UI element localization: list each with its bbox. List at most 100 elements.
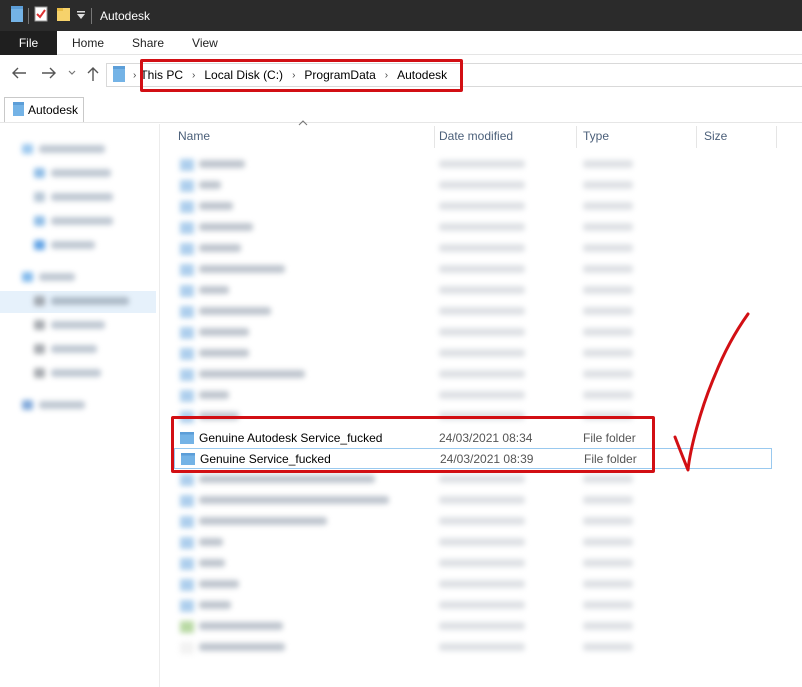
blurred-text	[199, 328, 249, 336]
table-row-blurred[interactable]	[174, 217, 772, 238]
column-divider[interactable]	[696, 126, 697, 148]
column-header-name[interactable]: Name	[178, 124, 210, 148]
column-header-size[interactable]: Size	[704, 124, 727, 148]
table-row-blurred[interactable]	[174, 301, 772, 322]
blurred-text	[439, 244, 525, 252]
blurred-text	[583, 622, 633, 630]
file-list: Name Date modified Type Size Genuine Aut…	[160, 120, 802, 687]
table-row-blurred[interactable]	[174, 385, 772, 406]
recent-locations-icon[interactable]	[68, 66, 76, 85]
tab-view[interactable]: View	[178, 31, 232, 55]
table-row-blurred[interactable]	[174, 469, 772, 490]
table-row[interactable]: Genuine Autodesk Service_fucked 24/03/20…	[174, 427, 772, 448]
table-row-blurred[interactable]	[174, 511, 772, 532]
blurred-text	[199, 391, 229, 399]
column-divider[interactable]	[576, 126, 577, 148]
column-divider[interactable]	[434, 126, 435, 148]
chevron-right-icon[interactable]: ›	[292, 70, 295, 81]
chevron-right-icon[interactable]: ›	[385, 70, 388, 81]
folder-icon	[180, 515, 194, 528]
blurred-text	[199, 307, 271, 315]
breadcrumb-autodesk[interactable]: Autodesk	[397, 68, 447, 82]
properties-icon[interactable]	[34, 6, 48, 25]
folder-icon	[180, 536, 194, 549]
row-date: 24/03/2021 08:39	[440, 451, 534, 466]
chevron-right-icon[interactable]: ›	[133, 70, 136, 81]
blurred-text	[439, 580, 525, 588]
breadcrumb-local-disk[interactable]: Local Disk (C:)	[204, 68, 283, 82]
breadcrumb-this-pc[interactable]: This PC	[140, 68, 183, 82]
table-row-blurred[interactable]	[174, 406, 772, 427]
table-row-blurred[interactable]	[174, 532, 772, 553]
blurred-text	[199, 265, 285, 273]
table-row-blurred[interactable]	[174, 196, 772, 217]
blurred-text	[439, 307, 525, 315]
nav-item[interactable]	[34, 192, 113, 202]
tab-home[interactable]: Home	[58, 31, 118, 55]
blurred-text	[583, 223, 633, 231]
navigation-pane	[0, 124, 160, 687]
nav-item[interactable]	[34, 368, 101, 378]
up-arrow-icon[interactable]	[86, 66, 100, 87]
nav-item[interactable]	[34, 216, 113, 226]
separator	[28, 7, 29, 24]
table-row-blurred[interactable]	[174, 574, 772, 595]
table-row-blurred[interactable]	[174, 343, 772, 364]
column-header-type[interactable]: Type	[583, 124, 609, 148]
nav-item-network[interactable]	[22, 400, 85, 410]
sort-ascending-icon	[298, 118, 308, 129]
tab-file[interactable]: File	[0, 31, 57, 55]
blurred-text	[199, 538, 223, 546]
nav-item-this-pc[interactable]	[22, 272, 75, 282]
table-row-blurred[interactable]	[174, 490, 772, 511]
folder-icon	[180, 368, 194, 381]
location-tab[interactable]: Autodesk	[4, 97, 84, 122]
chevron-right-icon[interactable]: ›	[192, 70, 195, 81]
row-date: 24/03/2021 08:34	[439, 430, 533, 445]
address-bar[interactable]: › This PC › Local Disk (C:) › ProgramDat…	[106, 63, 802, 87]
blurred-text	[583, 160, 633, 168]
nav-item[interactable]	[34, 344, 97, 354]
table-row-blurred[interactable]	[174, 364, 772, 385]
blurred-text	[199, 349, 249, 357]
back-arrow-icon[interactable]	[11, 66, 27, 85]
table-row-blurred[interactable]	[174, 637, 772, 658]
blurred-text	[583, 286, 633, 294]
row-name: Genuine Autodesk Service_fucked	[199, 430, 383, 445]
table-row-blurred[interactable]	[174, 175, 772, 196]
blurred-text	[583, 244, 633, 252]
blurred-text	[583, 349, 633, 357]
nav-item-quick-access[interactable]	[22, 144, 105, 154]
table-row-blurred[interactable]	[174, 322, 772, 343]
table-row-blurred[interactable]	[174, 280, 772, 301]
blurred-text	[439, 265, 525, 273]
blurred-text	[439, 286, 525, 294]
customize-toolbar-icon[interactable]	[76, 9, 86, 23]
blurred-text	[583, 517, 633, 525]
blurred-text	[439, 412, 525, 420]
new-folder-icon[interactable]	[56, 6, 72, 25]
table-row-blurred[interactable]	[174, 553, 772, 574]
forward-arrow-icon[interactable]	[41, 66, 57, 85]
table-row-blurred[interactable]	[174, 259, 772, 280]
nav-item[interactable]	[34, 240, 95, 250]
table-row-blurred[interactable]	[174, 154, 772, 175]
nav-item[interactable]	[34, 320, 105, 330]
table-row-blurred[interactable]	[174, 595, 772, 616]
table-row-blurred[interactable]	[174, 616, 772, 637]
blurred-text	[199, 475, 375, 483]
window-title: Autodesk	[100, 8, 151, 23]
folder-icon	[180, 284, 194, 297]
table-row-blurred[interactable]	[174, 238, 772, 259]
column-header-date[interactable]: Date modified	[439, 124, 513, 148]
tab-share[interactable]: Share	[118, 31, 178, 55]
blurred-text	[439, 475, 525, 483]
blurred-text	[199, 223, 253, 231]
nav-item[interactable]	[34, 168, 111, 178]
column-divider[interactable]	[776, 126, 777, 148]
blurred-text	[199, 160, 245, 168]
table-row-selected[interactable]: Genuine Service_fucked 24/03/2021 08:39 …	[174, 448, 772, 469]
breadcrumb-programdata[interactable]: ProgramData	[304, 68, 375, 82]
blurred-text	[199, 496, 389, 504]
nav-item-local-disk[interactable]	[34, 296, 129, 306]
